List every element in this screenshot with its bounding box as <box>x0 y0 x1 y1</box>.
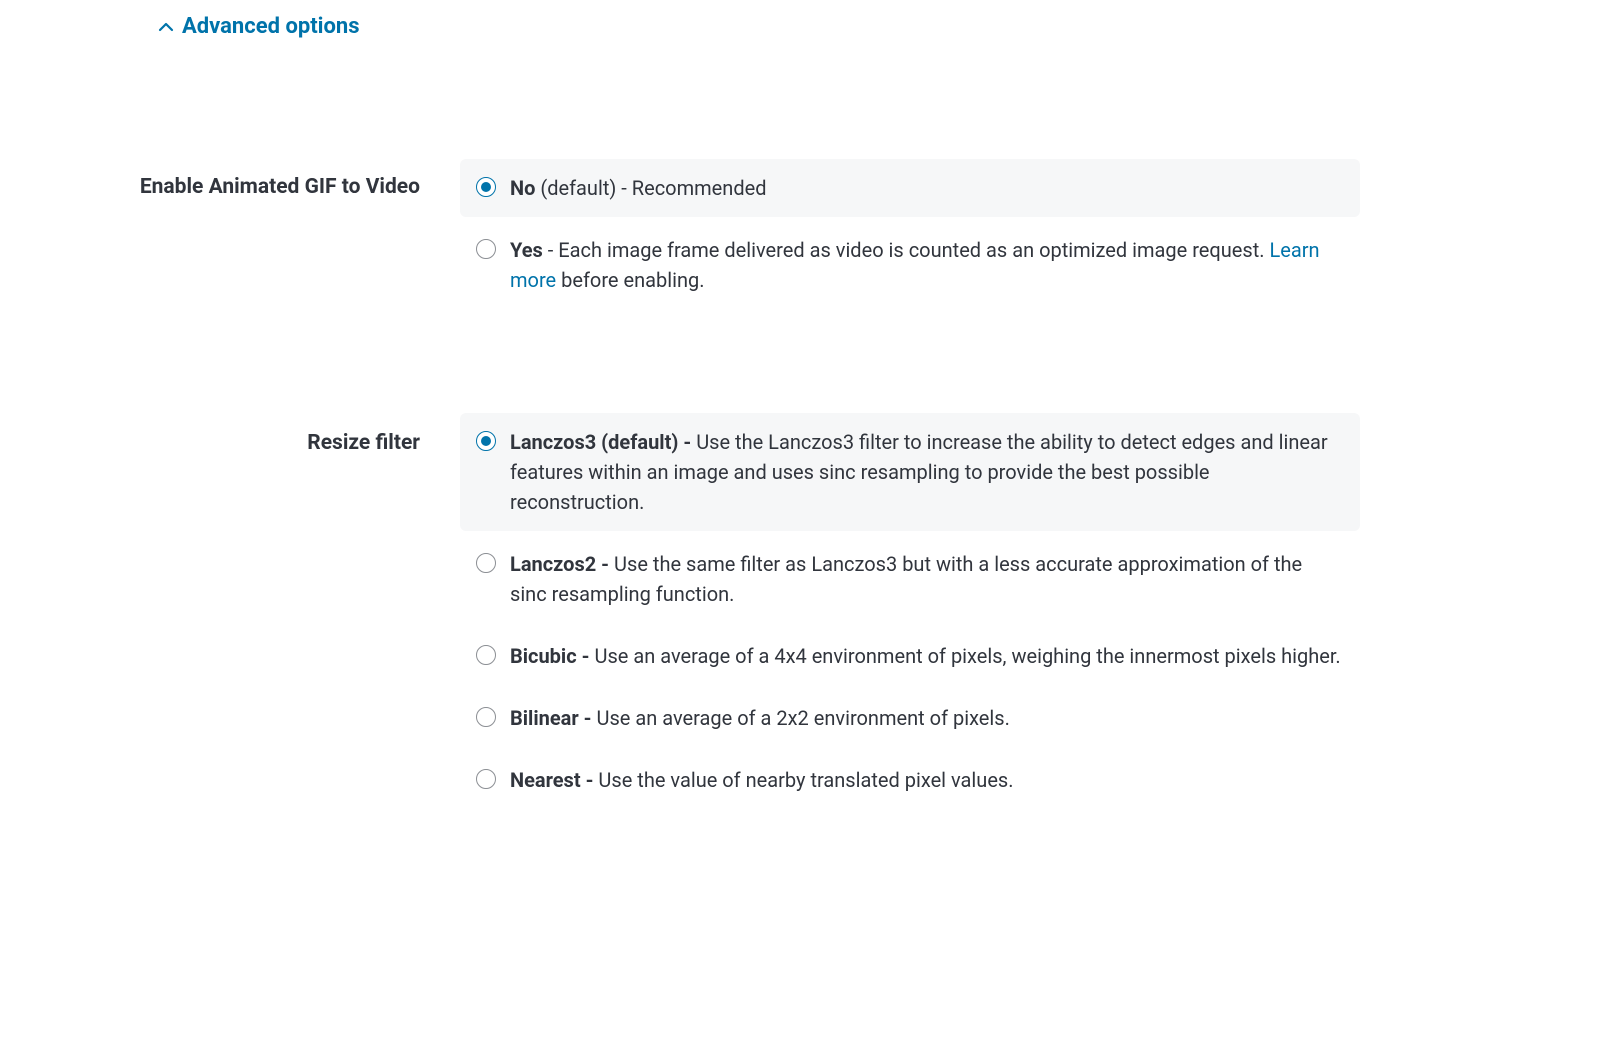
radio-icon <box>476 239 496 259</box>
option-text-nearest: Nearest - Use the value of nearby transl… <box>510 765 1342 795</box>
radio-icon <box>476 177 496 197</box>
radio-option-bicubic[interactable]: Bicubic - Use an average of a 4x4 enviro… <box>460 627 1360 685</box>
radio-option-nearest[interactable]: Nearest - Use the value of nearby transl… <box>460 751 1360 809</box>
setting-label-resize: Resize filter <box>30 413 460 455</box>
option-text-bilinear: Bilinear - Use an average of a 2x2 envir… <box>510 703 1342 733</box>
setting-gif-to-video: Enable Animated GIF to Video No (default… <box>30 159 1572 313</box>
radio-icon <box>476 431 496 451</box>
option-text-gif-yes: Yes - Each image frame delivered as vide… <box>510 235 1342 295</box>
radio-option-lanczos3[interactable]: Lanczos3 (default) - Use the Lanczos3 fi… <box>460 413 1360 531</box>
chevron-up-icon <box>158 19 174 35</box>
radio-icon <box>476 769 496 789</box>
radio-option-lanczos2[interactable]: Lanczos2 - Use the same filter as Lanczo… <box>460 535 1360 623</box>
radio-option-bilinear[interactable]: Bilinear - Use an average of a 2x2 envir… <box>460 689 1360 747</box>
radio-option-gif-no[interactable]: No (default) - Recommended <box>460 159 1360 217</box>
option-text-lanczos2: Lanczos2 - Use the same filter as Lanczo… <box>510 549 1342 609</box>
setting-label-gif: Enable Animated GIF to Video <box>30 159 460 199</box>
advanced-options-toggle[interactable]: Advanced options <box>158 14 360 39</box>
setting-resize-filter: Resize filter Lanczos3 (default) - Use t… <box>30 413 1572 813</box>
option-text-lanczos3: Lanczos3 (default) - Use the Lanczos3 fi… <box>510 427 1342 517</box>
radio-icon <box>476 553 496 573</box>
option-text-gif-no: No (default) - Recommended <box>510 173 1342 203</box>
radio-icon <box>476 645 496 665</box>
advanced-options-label: Advanced options <box>182 14 360 39</box>
option-text-bicubic: Bicubic - Use an average of a 4x4 enviro… <box>510 641 1342 671</box>
radio-icon <box>476 707 496 727</box>
radio-option-gif-yes[interactable]: Yes - Each image frame delivered as vide… <box>460 221 1360 309</box>
